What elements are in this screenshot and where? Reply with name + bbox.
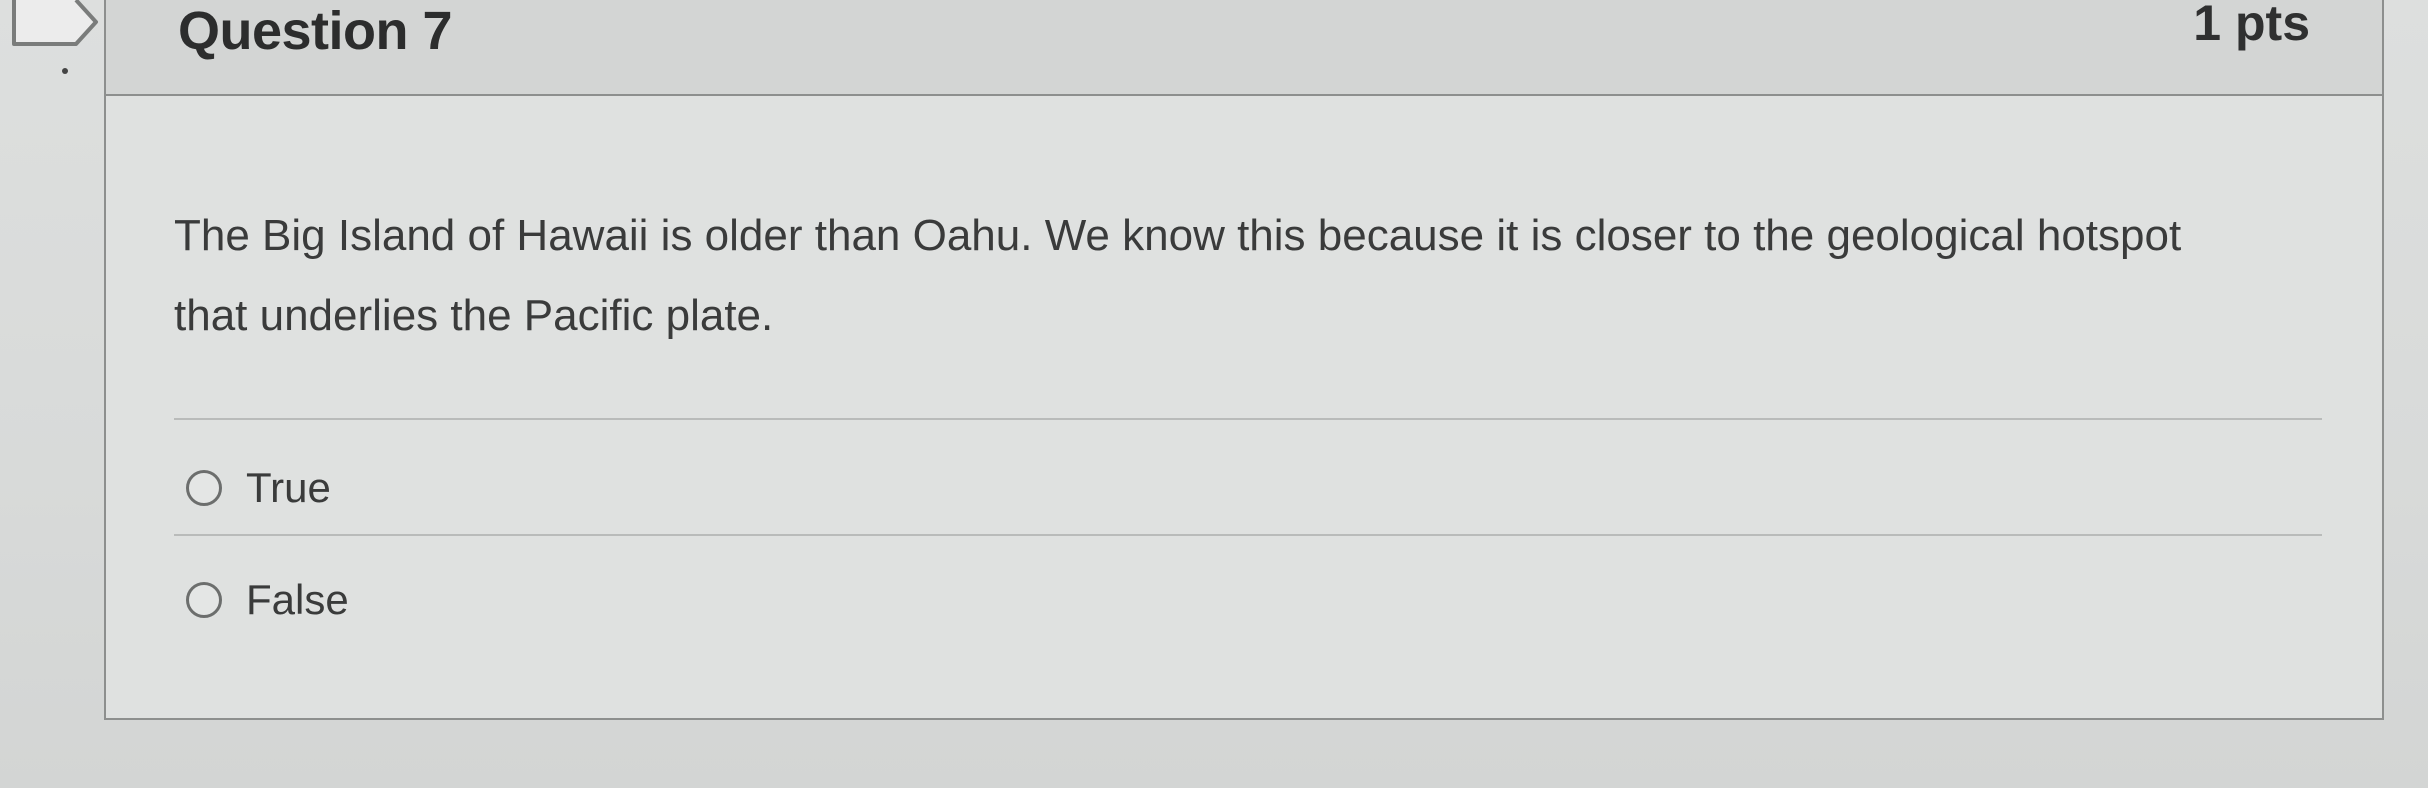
answer-divider xyxy=(174,418,2322,420)
flag-bookmark-icon[interactable] xyxy=(12,0,104,48)
answer-label[interactable]: True xyxy=(246,464,331,512)
answer-divider xyxy=(174,534,2322,536)
answer-option-true[interactable]: True xyxy=(186,458,331,518)
question-body: The Big Island of Hawaii is older than O… xyxy=(106,96,2382,718)
question-card: Question 7 1 pts The Big Island of Hawai… xyxy=(104,0,2384,720)
radio-unchecked-icon[interactable] xyxy=(186,470,222,506)
answer-label[interactable]: False xyxy=(246,576,349,624)
quiz-page: Question 7 1 pts The Big Island of Hawai… xyxy=(0,0,2428,788)
status-dot xyxy=(62,68,68,74)
question-title: Question 7 xyxy=(178,1,453,61)
points-value: 1 pts xyxy=(2193,0,2310,51)
radio-unchecked-icon[interactable] xyxy=(186,582,222,618)
question-header: Question 7 1 pts xyxy=(106,0,2382,96)
question-text: The Big Island of Hawaii is older than O… xyxy=(174,211,2182,340)
answer-option-false[interactable]: False xyxy=(186,570,349,630)
